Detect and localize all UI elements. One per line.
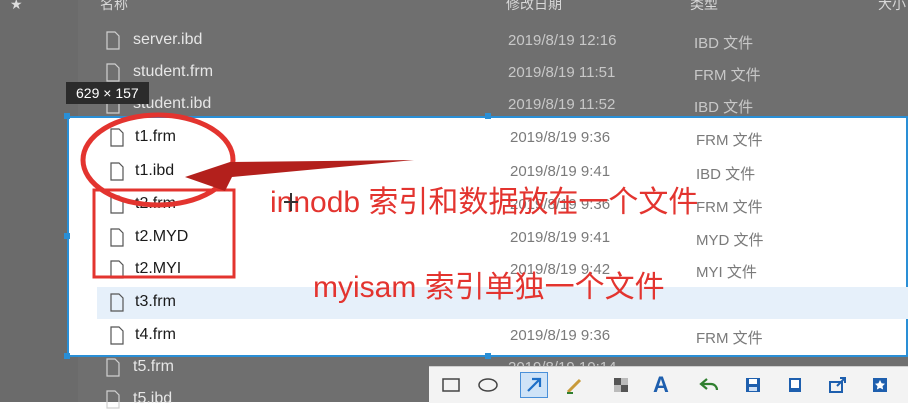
pin-icon[interactable] xyxy=(781,372,809,398)
innodb-annotation-text: innodb 索引和数据放在一个文件 xyxy=(270,186,699,219)
rectangle-icon[interactable] xyxy=(437,372,465,398)
myisam-annotation-text: myisam 索引单独一个文件 xyxy=(313,271,665,304)
move-cursor-icon xyxy=(284,193,298,211)
pen-icon[interactable] xyxy=(561,372,589,398)
ellipse-icon[interactable] xyxy=(474,372,502,398)
capture-toolbar: A xyxy=(429,366,908,403)
text-icon[interactable]: A xyxy=(647,372,675,398)
mosaic-icon[interactable] xyxy=(607,372,635,398)
share-icon[interactable] xyxy=(824,372,852,398)
bookmark-icon[interactable] xyxy=(866,372,894,398)
save-icon[interactable] xyxy=(739,372,767,398)
arrow-icon[interactable] xyxy=(520,372,548,398)
undo-icon[interactable] xyxy=(695,372,723,398)
